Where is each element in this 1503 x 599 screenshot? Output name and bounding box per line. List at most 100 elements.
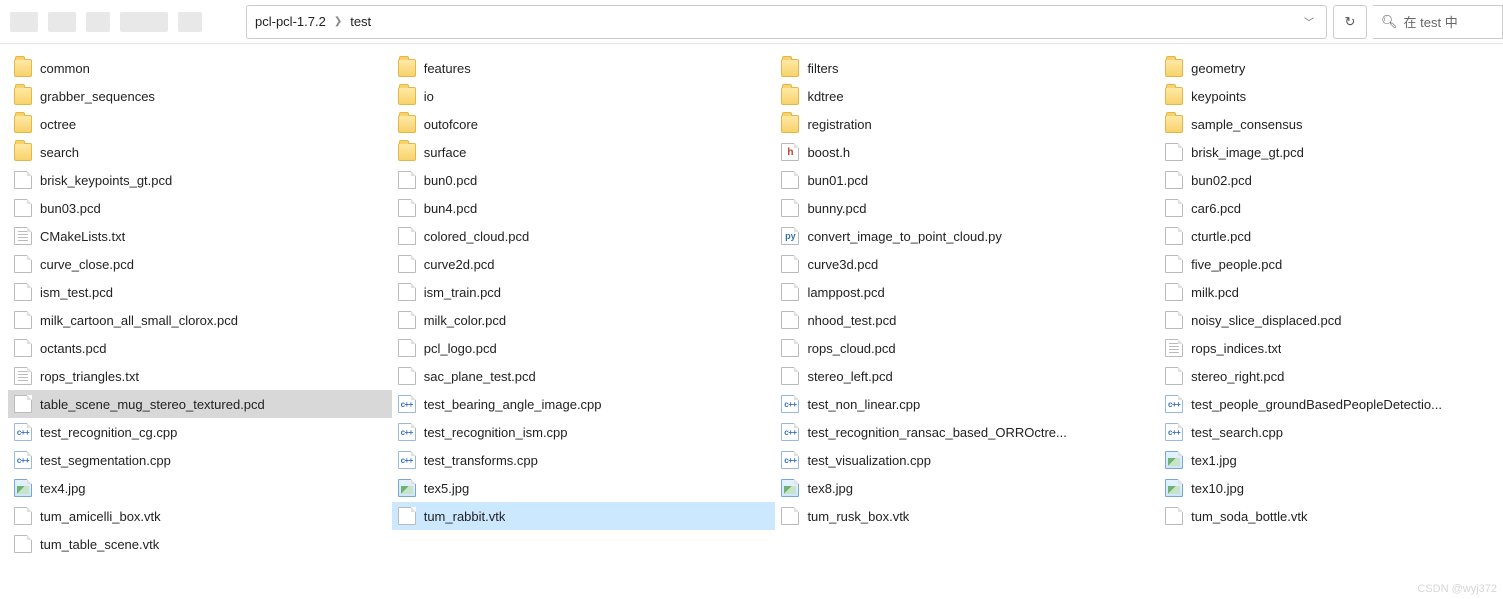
item-label: features [424,61,471,76]
file-item[interactable]: bun0.pcd [392,166,776,194]
item-label: test_transforms.cpp [424,453,538,468]
file-item[interactable]: tex5.jpg [392,474,776,502]
file-item[interactable]: nhood_test.pcd [775,306,1159,334]
file-item[interactable]: tex8.jpg [775,474,1159,502]
file-icon [781,367,799,385]
file-item[interactable]: noisy_slice_displaced.pcd [1159,306,1503,334]
file-item[interactable]: pyconvert_image_to_point_cloud.py [775,222,1159,250]
file-item[interactable]: c++test_recognition_ransac_based_ORROctr… [775,418,1159,446]
item-label: test_recognition_ransac_based_ORROctre..… [807,425,1066,440]
file-item[interactable]: cturtle.pcd [1159,222,1503,250]
file-item[interactable]: curve2d.pcd [392,250,776,278]
cpp-icon: c++ [398,451,416,469]
item-label: test_search.cpp [1191,425,1283,440]
folder-item[interactable]: octree [8,110,392,138]
item-label: milk.pcd [1191,285,1239,300]
file-item[interactable]: c++ test_transforms.cpp [392,446,776,474]
file-item[interactable]: tum_amicelli_box.vtk [8,502,392,530]
file-item[interactable]: tex4.jpg [8,474,392,502]
file-icon [1165,199,1183,217]
cpp-icon: c++ [781,451,799,469]
refresh-button[interactable]: ↻ [1333,5,1367,39]
file-item[interactable]: c++test_visualization.cpp [775,446,1159,474]
folder-item[interactable]: keypoints [1159,82,1503,110]
folder-item[interactable]: io [392,82,776,110]
file-item[interactable]: rops_cloud.pcd [775,334,1159,362]
folder-item[interactable]: search [8,138,392,166]
file-item[interactable]: c++test_search.cpp [1159,418,1503,446]
item-label: test_recognition_ism.cpp [424,425,568,440]
breadcrumb-segment[interactable]: pcl-pcl-1.7.2 [255,14,326,29]
file-item[interactable]: tum_soda_bottle.vtk [1159,502,1503,530]
file-item[interactable]: bun03.pcd [8,194,392,222]
file-item[interactable]: curve_close.pcd [8,250,392,278]
file-item[interactable]: milk_cartoon_all_small_clorox.pcd [8,306,392,334]
file-item[interactable]: c++test_segmentation.cpp [8,446,392,474]
file-icon [1165,143,1183,161]
folder-icon [14,59,32,77]
folder-item[interactable]: geometry [1159,54,1503,82]
item-label: lamppost.pcd [807,285,884,300]
item-label: tum_amicelli_box.vtk [40,509,161,524]
file-item[interactable]: milk.pcd [1159,278,1503,306]
file-item[interactable]: milk_color.pcd [392,306,776,334]
file-item[interactable]: brisk_keypoints_gt.pcd [8,166,392,194]
file-item[interactable]: lamppost.pcd [775,278,1159,306]
file-item[interactable]: curve3d.pcd [775,250,1159,278]
file-item[interactable]: colored_cloud.pcd [392,222,776,250]
file-item[interactable]: pcl_logo.pcd [392,334,776,362]
file-item[interactable]: tex1.jpg [1159,446,1503,474]
file-item[interactable]: tum_rabbit.vtk [392,502,776,530]
file-item[interactable]: CMakeLists.txt [8,222,392,250]
folder-icon [14,115,32,133]
folder-icon [781,59,799,77]
file-item[interactable]: stereo_right.pcd [1159,362,1503,390]
file-item[interactable]: ism_train.pcd [392,278,776,306]
folder-item[interactable]: kdtree [775,82,1159,110]
folder-item[interactable]: outofcore [392,110,776,138]
file-icon [14,395,32,413]
file-item[interactable]: c++test_non_linear.cpp [775,390,1159,418]
folder-icon [398,143,416,161]
file-icon [781,283,799,301]
chevron-down-icon[interactable]: ﹀ [1300,10,1318,33]
file-item[interactable]: table_scene_mug_stereo_textured.pcd [8,390,392,418]
file-item[interactable]: c++test_recognition_ism.cpp [392,418,776,446]
file-item[interactable]: c++test_recognition_cg.cpp [8,418,392,446]
file-item[interactable]: bun02.pcd [1159,166,1503,194]
folder-item[interactable]: features [392,54,776,82]
folder-item[interactable]: grabber_sequences [8,82,392,110]
item-label: surface [424,145,467,160]
file-item[interactable]: c++test_people_groundBasedPeopleDetectio… [1159,390,1503,418]
file-item[interactable]: bun01.pcd [775,166,1159,194]
item-label: bun0.pcd [424,173,478,188]
file-item[interactable]: stereo_left.pcd [775,362,1159,390]
breadcrumb-segment[interactable]: test [350,14,371,29]
search-input[interactable]: 🔍︎ 在 test 中 [1373,5,1503,39]
item-label: common [40,61,90,76]
address-bar[interactable]: pcl-pcl-1.7.2 ❯ test ﹀ [246,5,1327,39]
file-item[interactable]: rops_indices.txt [1159,334,1503,362]
folder-icon [781,115,799,133]
file-item[interactable]: tum_rusk_box.vtk [775,502,1159,530]
file-item[interactable]: brisk_image_gt.pcd [1159,138,1503,166]
folder-item[interactable]: common [8,54,392,82]
file-item[interactable]: car6.pcd [1159,194,1503,222]
file-item[interactable]: ism_test.pcd [8,278,392,306]
folder-item[interactable]: filters [775,54,1159,82]
file-item[interactable]: five_people.pcd [1159,250,1503,278]
file-item[interactable]: c++test_bearing_angle_image.cpp [392,390,776,418]
folder-item[interactable]: sample_consensus [1159,110,1503,138]
file-item[interactable]: bunny.pcd [775,194,1159,222]
item-label: tex5.jpg [424,481,470,496]
item-label: tum_table_scene.vtk [40,537,159,552]
file-item[interactable]: hboost.h [775,138,1159,166]
file-item[interactable]: tex10.jpg [1159,474,1503,502]
folder-item[interactable]: registration [775,110,1159,138]
file-item[interactable]: octants.pcd [8,334,392,362]
file-item[interactable]: tum_table_scene.vtk [8,530,392,558]
file-item[interactable]: bun4.pcd [392,194,776,222]
folder-item[interactable]: surface [392,138,776,166]
file-item[interactable]: rops_triangles.txt [8,362,392,390]
file-item[interactable]: sac_plane_test.pcd [392,362,776,390]
